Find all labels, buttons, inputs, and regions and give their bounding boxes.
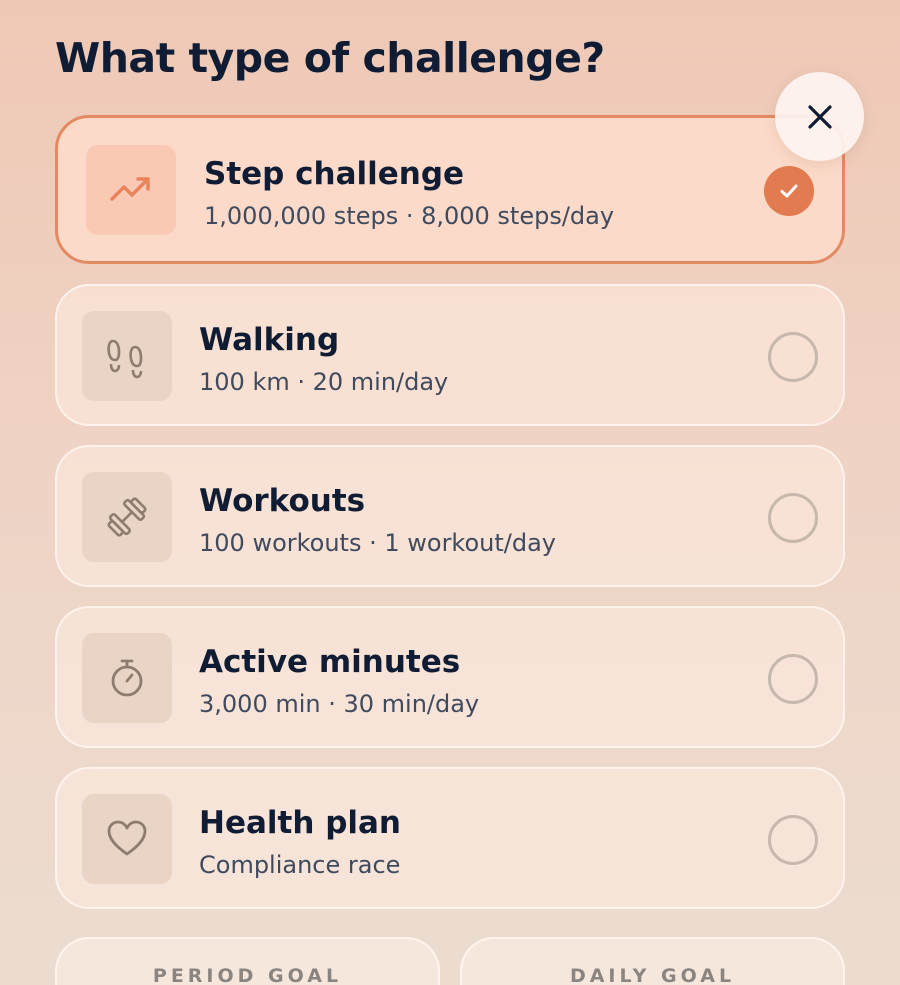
- option-workouts[interactable]: Workouts 100 workouts · 1 workout/day: [55, 445, 845, 587]
- radio-unselected[interactable]: [768, 654, 818, 704]
- period-goal-card[interactable]: PERIOD GOAL: [55, 937, 440, 985]
- close-icon: [805, 102, 835, 132]
- option-title: Health plan: [199, 805, 401, 841]
- option-step-challenge[interactable]: Step challenge 1,000,000 steps · 8,000 s…: [55, 115, 845, 264]
- close-button[interactable]: [775, 72, 864, 161]
- option-subtitle: 100 workouts · 1 workout/day: [199, 529, 557, 557]
- option-walking[interactable]: Walking 100 km · 20 min/day: [55, 284, 845, 426]
- radio-unselected[interactable]: [768, 493, 818, 543]
- radio-unselected[interactable]: [768, 332, 818, 382]
- stopwatch-icon: [82, 633, 172, 723]
- check-icon: [777, 179, 801, 203]
- daily-goal-card[interactable]: DAILY GOAL: [460, 937, 845, 985]
- option-title: Walking: [199, 322, 340, 358]
- footprints-icon: [82, 311, 172, 401]
- heart-icon: [82, 794, 172, 884]
- option-subtitle: 100 km · 20 min/day: [199, 368, 449, 396]
- option-title: Workouts: [199, 483, 366, 519]
- option-subtitle: Compliance race: [199, 851, 401, 879]
- daily-goal-label: DAILY GOAL: [569, 965, 736, 985]
- option-health-plan[interactable]: Health plan Compliance race: [55, 767, 845, 909]
- trending-up-icon: [86, 145, 176, 235]
- radio-unselected[interactable]: [768, 815, 818, 865]
- radio-selected[interactable]: [764, 166, 814, 216]
- option-subtitle: 3,000 min · 30 min/day: [199, 690, 480, 718]
- option-active-minutes[interactable]: Active minutes 3,000 min · 30 min/day: [55, 606, 845, 748]
- challenge-type-list: Step challenge 1,000,000 steps · 8,000 s…: [0, 0, 900, 985]
- dumbbell-icon: [82, 472, 172, 562]
- option-title: Active minutes: [199, 644, 461, 680]
- period-goal-label: PERIOD GOAL: [152, 965, 343, 985]
- option-subtitle: 1,000,000 steps · 8,000 steps/day: [204, 202, 615, 230]
- option-title: Step challenge: [204, 156, 465, 192]
